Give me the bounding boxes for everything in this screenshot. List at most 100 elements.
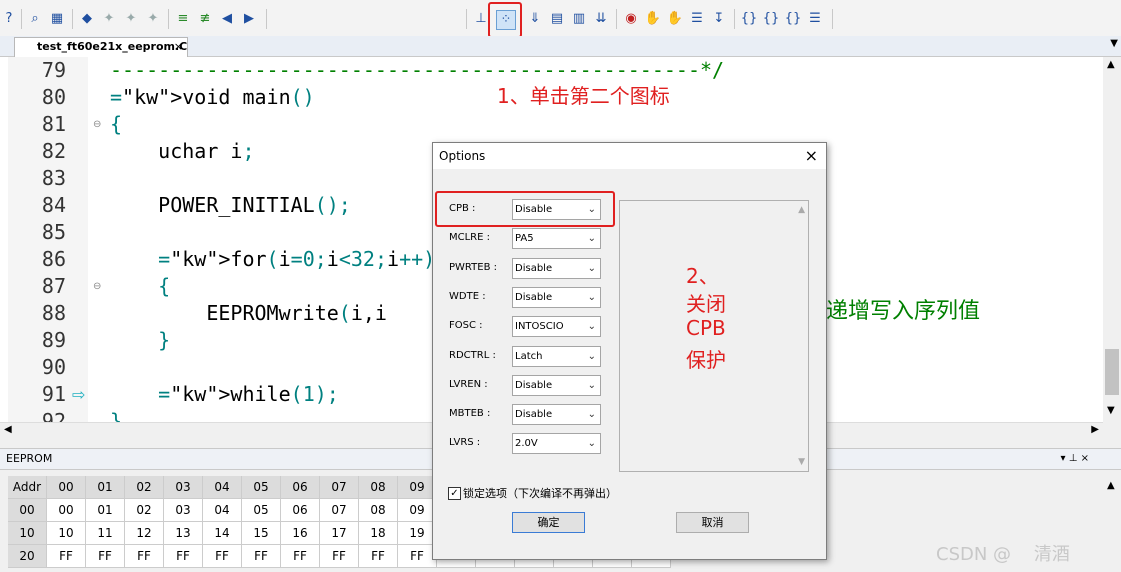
panel-menu-icon[interactable]: ▾ ⊥ × bbox=[1061, 449, 1089, 469]
eeprom-cell[interactable]: FF bbox=[320, 545, 359, 568]
unindent-icon[interactable]: ≢ bbox=[196, 10, 214, 28]
eeprom-header-cell: 00 bbox=[47, 476, 86, 499]
step-over-icon[interactable]: {} bbox=[762, 10, 780, 28]
watch-icon[interactable]: ↧ bbox=[710, 10, 728, 28]
eeprom-cell[interactable]: 16 bbox=[281, 522, 320, 545]
bookmark-icon[interactable]: ◆ bbox=[78, 10, 96, 28]
eeprom-cell[interactable]: FF bbox=[125, 545, 164, 568]
download-icon[interactable]: ⇓ bbox=[526, 10, 544, 28]
erase-icon[interactable]: ▥ bbox=[570, 10, 588, 28]
tab-dropdown-icon[interactable]: ▼ bbox=[1110, 38, 1118, 49]
eeprom-cell[interactable]: 03 bbox=[164, 499, 203, 522]
dialog-title-bar: Options × bbox=[433, 143, 826, 169]
help-icon[interactable]: ? bbox=[0, 10, 18, 28]
scroll-up-icon[interactable]: ▲ bbox=[1107, 480, 1115, 491]
scroll-up-icon[interactable]: ▲ bbox=[798, 205, 805, 215]
eeprom-cell[interactable]: 02 bbox=[125, 499, 164, 522]
program-icon[interactable]: ⇊ bbox=[592, 10, 610, 28]
hand-stop-icon[interactable]: ✋ bbox=[666, 10, 684, 28]
eeprom-cell[interactable]: FF bbox=[242, 545, 281, 568]
eeprom-cell[interactable]: FF bbox=[359, 545, 398, 568]
option-select[interactable]: Latch ⌄ bbox=[512, 345, 601, 367]
lock-options-checkbox[interactable]: ✓ bbox=[448, 487, 461, 500]
option-value: INTOSCIO bbox=[515, 321, 564, 333]
scroll-thumb[interactable] bbox=[1105, 349, 1119, 395]
close-icon[interactable]: × bbox=[805, 143, 818, 169]
option-label: WDTE : bbox=[449, 290, 486, 302]
nav-back-icon[interactable]: ◀ bbox=[218, 10, 236, 28]
toolbar-separator bbox=[168, 9, 169, 29]
chevron-down-icon: ⌄ bbox=[587, 379, 596, 391]
bookmark-next-icon[interactable]: ✦ bbox=[122, 10, 140, 28]
option-select[interactable]: INTOSCIO ⌄ bbox=[512, 316, 601, 338]
ok-button[interactable]: 确定 bbox=[512, 512, 585, 533]
eeprom-cell[interactable]: 13 bbox=[164, 522, 203, 545]
toolbar-separator bbox=[21, 9, 22, 29]
bookmark-prev-icon[interactable]: ✦ bbox=[100, 10, 118, 28]
tab-label: test_ft60e21x_eeprom.C bbox=[37, 40, 188, 53]
option-select[interactable]: Disable ⌄ bbox=[512, 257, 601, 279]
option-select[interactable]: PA5 ⌄ bbox=[512, 228, 601, 250]
option-label: MCLRE : bbox=[449, 232, 490, 244]
eeprom-vertical-scrollbar[interactable]: ▲ bbox=[1103, 476, 1121, 572]
indent-icon[interactable]: ≡ bbox=[174, 10, 192, 28]
scroll-down-icon[interactable]: ▼ bbox=[798, 457, 805, 467]
scroll-down-icon[interactable]: ▼ bbox=[1107, 405, 1115, 416]
nav-forward-icon[interactable]: ▶ bbox=[240, 10, 258, 28]
eeprom-cell[interactable]: 18 bbox=[359, 522, 398, 545]
step-into-icon[interactable]: {} bbox=[740, 10, 758, 28]
tab-source-file[interactable]: test_ft60e21x_eeprom.C × bbox=[14, 37, 188, 57]
close-icon[interactable]: × bbox=[174, 38, 183, 56]
run-to-cursor-icon[interactable]: ☰ bbox=[806, 10, 824, 28]
eeprom-cell[interactable]: 04 bbox=[203, 499, 242, 522]
eeprom-cell[interactable]: 06 bbox=[281, 499, 320, 522]
list-icon[interactable]: ▦ bbox=[48, 10, 66, 28]
eeprom-cell[interactable]: 14 bbox=[203, 522, 242, 545]
line-number: 82 bbox=[41, 139, 66, 163]
eeprom-cell[interactable]: 01 bbox=[86, 499, 125, 522]
eeprom-cell[interactable]: 12 bbox=[125, 522, 164, 545]
option-value: Disable bbox=[515, 379, 553, 391]
eeprom-cell[interactable]: FF bbox=[86, 545, 125, 568]
eeprom-cell[interactable]: FF bbox=[203, 545, 242, 568]
editor-vertical-scrollbar[interactable]: ▲ ▼ bbox=[1103, 57, 1121, 422]
eeprom-row-address: 10 bbox=[8, 522, 47, 545]
eeprom-cell[interactable]: 05 bbox=[242, 499, 281, 522]
eeprom-cell[interactable]: 15 bbox=[242, 522, 281, 545]
cancel-button[interactable]: 取消 bbox=[676, 512, 749, 533]
eeprom-title-text: EEPROM bbox=[6, 452, 53, 465]
step-out-icon[interactable]: {} bbox=[784, 10, 802, 28]
eeprom-cell[interactable]: 17 bbox=[320, 522, 359, 545]
eeprom-header-cell: 01 bbox=[86, 476, 125, 499]
verify-icon[interactable]: ▤ bbox=[548, 10, 566, 28]
bookmark-clear-icon[interactable]: ✦ bbox=[144, 10, 162, 28]
find-icon[interactable]: ⌕ bbox=[26, 10, 44, 28]
eeprom-cell[interactable]: 07 bbox=[320, 499, 359, 522]
line-number: 91 bbox=[41, 382, 66, 406]
eeprom-header-cell: 02 bbox=[125, 476, 164, 499]
option-select[interactable]: Disable ⌄ bbox=[512, 404, 601, 426]
fold-marker-icon[interactable]: ⊖ bbox=[93, 281, 101, 292]
main-toolbar: ? ⌕ ▦ ◆ ✦ ✦ ✦ ≡ ≢ ◀ ▶ ⊥ ⁘ ⇓ ▤ ▥ ⇊ ◉ ✋ ✋ … bbox=[0, 0, 1121, 37]
eeprom-cell[interactable]: FF bbox=[164, 545, 203, 568]
fold-marker-icon[interactable]: ⊖ bbox=[93, 119, 101, 130]
eeprom-cell[interactable]: 00 bbox=[47, 499, 86, 522]
option-select[interactable]: Disable ⌄ bbox=[512, 374, 601, 396]
scroll-right-icon[interactable]: ▶ bbox=[1091, 424, 1099, 435]
eeprom-cell[interactable]: 10 bbox=[47, 522, 86, 545]
hand-icon[interactable]: ✋ bbox=[644, 10, 662, 28]
watermark: CSDN @ 清酒 bbox=[936, 544, 1070, 565]
option-select[interactable]: Disable ⌄ bbox=[512, 286, 601, 308]
eeprom-cell[interactable]: FF bbox=[47, 545, 86, 568]
option-select[interactable]: 2.0V ⌄ bbox=[512, 433, 601, 455]
eeprom-cell[interactable]: 11 bbox=[86, 522, 125, 545]
list-icon2[interactable]: ☰ bbox=[688, 10, 706, 28]
scroll-up-icon[interactable]: ▲ bbox=[1107, 59, 1115, 70]
eeprom-cell[interactable]: 08 bbox=[359, 499, 398, 522]
debug-icon[interactable]: ◉ bbox=[622, 10, 640, 28]
scroll-left-icon[interactable]: ◀ bbox=[4, 424, 12, 435]
toolbar-separator bbox=[72, 9, 73, 29]
eeprom-cell[interactable]: FF bbox=[281, 545, 320, 568]
code-line: ="kw">while(1); bbox=[158, 382, 339, 406]
code-line: } bbox=[110, 409, 123, 422]
